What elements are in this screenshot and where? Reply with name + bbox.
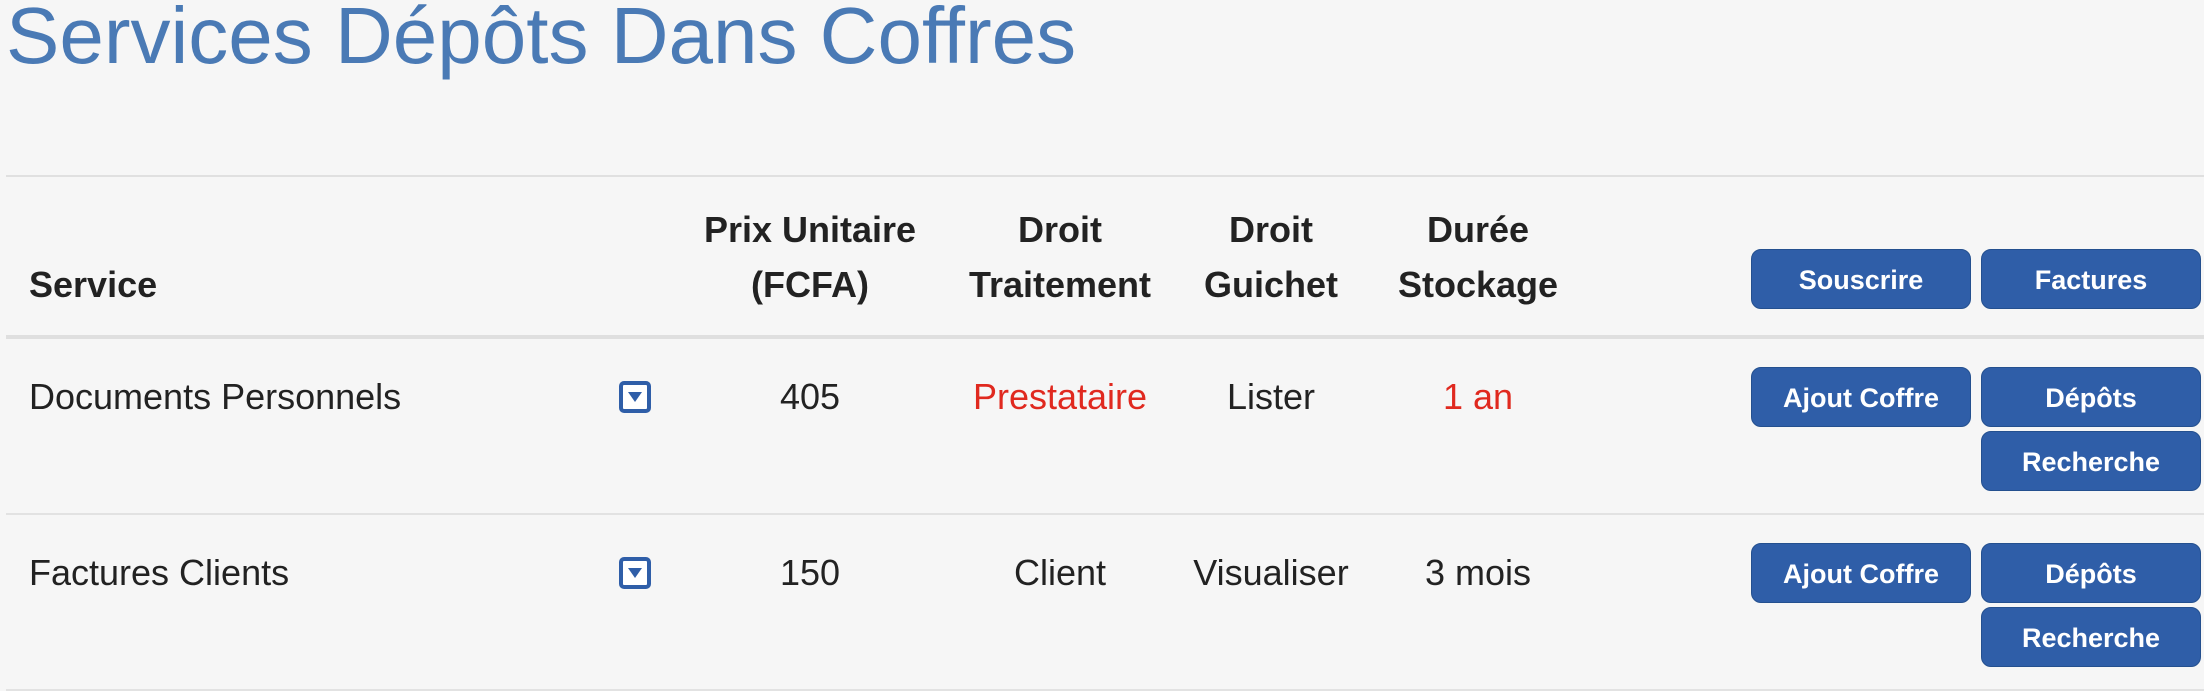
- header-droit-traitement: Droit Traitement: [950, 202, 1170, 312]
- deposits-button[interactable]: Dépôts: [1981, 367, 2201, 427]
- header-droit-guichet: Droit Guichet: [1186, 202, 1356, 312]
- chevron-down-square-icon[interactable]: [619, 557, 651, 589]
- invoices-button[interactable]: Factures: [1981, 249, 2201, 309]
- header-guichet-line1: Droit: [1229, 209, 1313, 250]
- chevron-down-square-icon[interactable]: [619, 381, 651, 413]
- header-traitement-line1: Droit: [1018, 209, 1102, 250]
- droit-traitement: Prestataire: [972, 376, 1148, 417]
- header-duree-line1: Durée: [1426, 209, 1530, 250]
- add-safe-button[interactable]: Ajout Coffre: [1751, 543, 1971, 603]
- header-prix: Prix Unitaire (FCFA): [690, 202, 930, 312]
- table-header-row: Service Prix Unitaire (FCFA) Droit Trait…: [6, 177, 2204, 339]
- search-button[interactable]: Recherche: [1981, 607, 2201, 667]
- search-button[interactable]: Recherche: [1981, 431, 2201, 491]
- header-service: Service: [29, 264, 158, 305]
- subscribe-button[interactable]: Souscrire: [1751, 249, 1971, 309]
- header-duree-line2: Stockage: [1397, 264, 1559, 305]
- deposits-button[interactable]: Dépôts: [1981, 543, 2201, 603]
- page-title: Services Dépôts Dans Coffres: [6, 0, 1077, 80]
- droit-traitement: Client: [1013, 552, 1107, 593]
- services-table: Service Prix Unitaire (FCFA) Droit Trait…: [6, 175, 2204, 691]
- duree-stockage: 1 an: [1442, 376, 1514, 417]
- header-prix-line2: (FCFA): [751, 264, 869, 305]
- header-guichet-line2: Guichet: [1203, 264, 1338, 305]
- service-name: Factures Clients: [29, 552, 290, 593]
- droit-guichet: Visualiser: [1193, 552, 1349, 593]
- prix-unitaire: 405: [779, 376, 841, 417]
- droit-guichet: Lister: [1226, 376, 1316, 417]
- table-row: Documents Personnels 405 Prestataire Lis…: [6, 339, 2204, 515]
- duree-stockage: 3 mois: [1424, 552, 1532, 593]
- table-row: Factures Clients 150 Client Visualiser 3…: [6, 515, 2204, 691]
- header-traitement-line2: Traitement: [968, 264, 1152, 305]
- header-duree-stockage: Durée Stockage: [1378, 202, 1578, 312]
- prix-unitaire: 150: [779, 552, 841, 593]
- header-prix-line1: Prix Unitaire: [703, 209, 917, 250]
- add-safe-button[interactable]: Ajout Coffre: [1751, 367, 1971, 427]
- service-name: Documents Personnels: [29, 376, 402, 417]
